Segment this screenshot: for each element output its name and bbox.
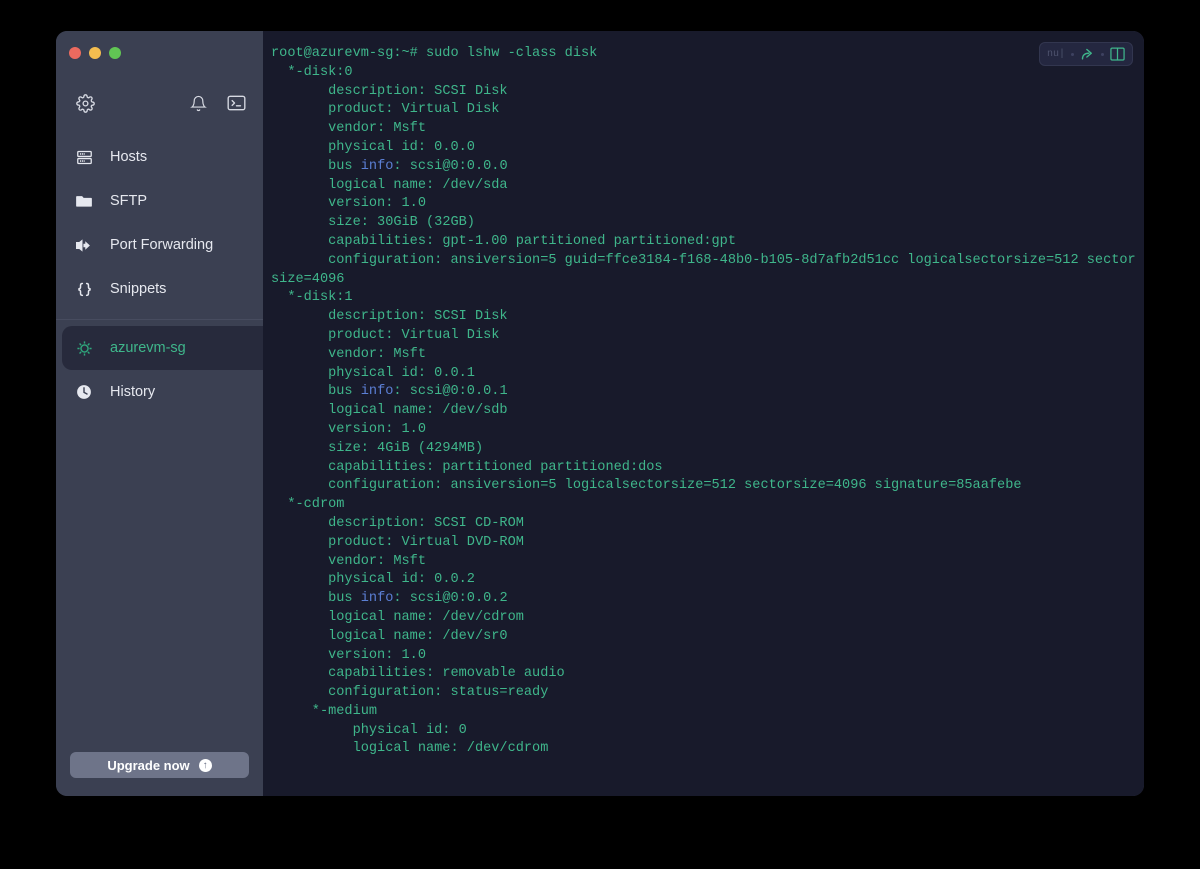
terminal-line: capabilities: partitioned partitioned:do… [271, 459, 663, 475]
braces-icon [74, 279, 94, 299]
terminal-line: description: SCSI CD-ROM [271, 515, 524, 531]
sidebar-item-label: azurevm-sg [110, 340, 186, 356]
server-rack-icon [74, 147, 94, 167]
sidebar-item-label: Snippets [110, 281, 167, 297]
terminal-line: configuration: status=ready [271, 685, 549, 701]
terminal-line: bus info: scsi@0:0.0.0 [271, 158, 508, 174]
close-window-button[interactable] [69, 47, 81, 59]
terminal-pane[interactable]: nu| root@azurevm-sg:~# sudo lshw -class … [263, 31, 1144, 796]
terminal-line: configuration: ansiversion=5 guid=ffce31… [271, 252, 1136, 287]
notifications-icon[interactable] [187, 92, 209, 114]
terminal-line: product: Virtual Disk [271, 327, 500, 343]
sidebar-item-sftp[interactable]: SFTP [56, 179, 263, 223]
terminal-line: physical id: 0.0.2 [271, 572, 475, 588]
terminal-line: bus info: scsi@0:0.0.1 [271, 384, 508, 400]
terminal-line: physical id: 0 [271, 722, 467, 738]
sidebar-item-label: Hosts [110, 149, 148, 165]
minimize-window-button[interactable] [89, 47, 101, 59]
terminal-line: *-cdrom [271, 497, 345, 513]
sidebar: Hosts SFTP Port Forwarding Snippets azur… [56, 31, 263, 796]
sidebar-item-label: Port Forwarding [110, 237, 214, 253]
sidebar-nav: Hosts SFTP Port Forwarding Snippets azur… [56, 135, 263, 414]
session-icon [74, 338, 94, 358]
terminal-keyword: info [360, 591, 394, 607]
terminal-line: bus info: scsi@0:0.0.2 [271, 591, 508, 607]
terminal-line: physical id: 0.0.1 [271, 365, 475, 381]
sidebar-item-label: SFTP [110, 193, 148, 209]
port-forwarding-icon [74, 235, 94, 255]
terminal-line: logical name: /dev/cdrom [271, 741, 549, 757]
terminal-line: size: 30GiB (32GB) [271, 215, 475, 231]
app-window: Hosts SFTP Port Forwarding Snippets azur… [56, 31, 1144, 796]
sidebar-item-port-forwarding[interactable]: Port Forwarding [56, 223, 263, 267]
settings-icon[interactable] [74, 92, 96, 114]
sidebar-footer: Upgrade now ↑ [56, 752, 263, 796]
terminal-line: version: 1.0 [271, 196, 427, 212]
terminal-controls: nu| [1038, 42, 1133, 66]
sidebar-item-snippets[interactable]: Snippets [56, 267, 263, 311]
sidebar-divider [56, 319, 263, 320]
terminal-line: logical name: /dev/sda [271, 177, 508, 193]
share-arrow-icon[interactable] [1080, 47, 1095, 62]
terminal-line: product: Virtual DVD-ROM [271, 534, 524, 550]
sidebar-item-history[interactable]: History [56, 370, 263, 414]
sidebar-item-hosts[interactable]: Hosts [56, 135, 263, 179]
terminal-line: capabilities: removable audio [271, 666, 565, 682]
terminal-line: *-disk:0 [271, 64, 353, 80]
terminal-line: vendor: Msft [271, 346, 427, 362]
terminal-line: vendor: Msft [271, 553, 427, 569]
terminal-line: product: Virtual Disk [271, 102, 500, 118]
upgrade-button-label: Upgrade now [107, 757, 190, 773]
terminal-line: version: 1.0 [271, 647, 427, 663]
terminal-keyword: info [360, 158, 394, 174]
terminal-line: root@azurevm-sg:~# sudo lshw -class disk [271, 46, 598, 61]
terminal-line: logical name: /dev/sdb [271, 403, 508, 419]
terminal-line: physical id: 0.0.0 [271, 139, 475, 155]
clock-icon [74, 382, 94, 402]
traffic-lights [56, 31, 263, 69]
sidebar-item-label: History [110, 384, 156, 400]
terminal-line: *-medium [271, 703, 378, 719]
terminal-icon[interactable] [225, 92, 247, 114]
folder-icon [74, 191, 94, 211]
terminal-line: description: SCSI Disk [271, 83, 508, 99]
terminal-line: capabilities: gpt-1.00 partitioned parti… [271, 233, 736, 249]
terminal-line: configuration: ansiversion=5 logicalsect… [271, 478, 1022, 494]
control-separator-dot [1071, 52, 1074, 56]
shell-badge: nu| [1046, 48, 1065, 60]
split-pane-icon[interactable] [1110, 47, 1125, 61]
terminal-line: logical name: /dev/sr0 [271, 628, 508, 644]
terminal-line: vendor: Msft [271, 121, 427, 137]
terminal-output: root@azurevm-sg:~# sudo lshw -class disk… [263, 31, 1144, 759]
upgrade-now-button[interactable]: Upgrade now ↑ [70, 752, 249, 778]
maximize-window-button[interactable] [109, 47, 121, 59]
terminal-line: description: SCSI Disk [271, 309, 508, 325]
sidebar-item-azurevm-sg[interactable]: azurevm-sg [62, 326, 263, 370]
terminal-line: logical name: /dev/cdrom [271, 609, 524, 625]
terminal-line: size: 4GiB (4294MB) [271, 440, 484, 456]
terminal-line: version: 1.0 [271, 421, 427, 437]
upgrade-arrow-icon: ↑ [198, 758, 212, 772]
terminal-keyword: info [360, 384, 394, 400]
terminal-line: *-disk:1 [271, 290, 353, 306]
control-separator-dot [1101, 52, 1104, 56]
sidebar-toolbar [56, 81, 263, 125]
